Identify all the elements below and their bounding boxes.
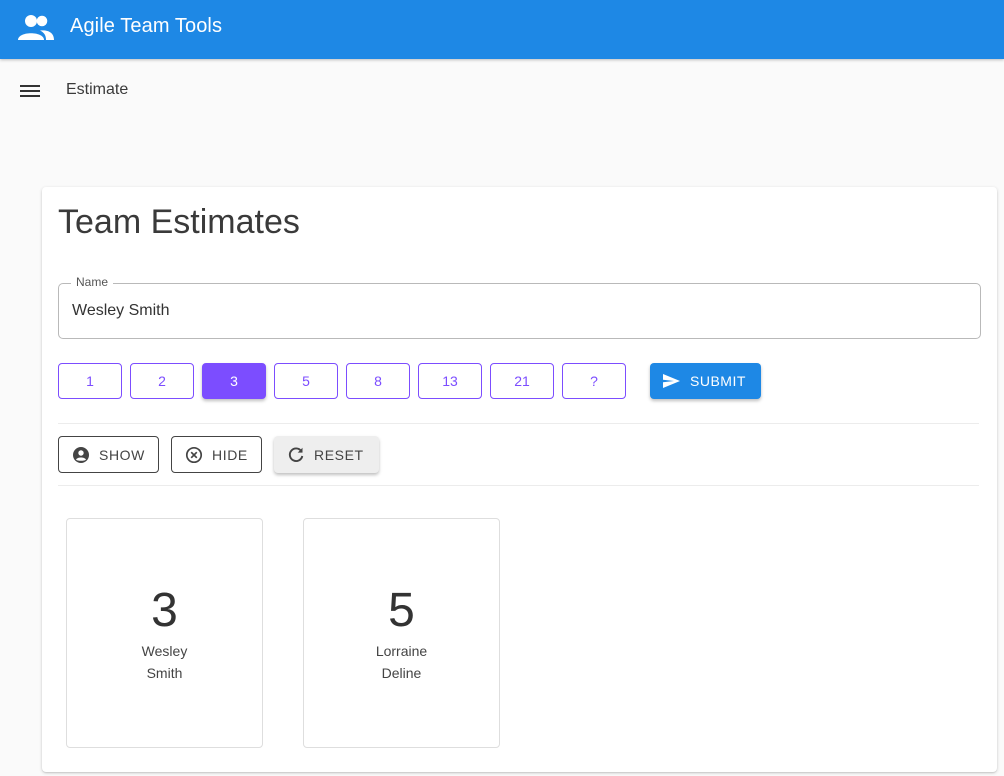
submit-label: SUBMIT: [690, 373, 746, 389]
app-title: Agile Team Tools: [70, 15, 223, 37]
page-label: Estimate: [66, 81, 129, 98]
name-field-label: Name: [71, 275, 114, 289]
name-field: Name: [58, 275, 981, 339]
show-button[interactable]: SHOW: [58, 436, 159, 473]
participant-name: Wesley Smith: [67, 640, 262, 684]
estimates-card: Team Estimates Name 1 2 3 5 8 13 21 ? SU…: [42, 187, 997, 772]
submit-button[interactable]: SUBMIT: [650, 363, 761, 399]
estimate-button-13[interactable]: 13: [418, 363, 482, 399]
estimate-value: 3: [151, 584, 178, 637]
participant-first-name: Wesley: [141, 643, 188, 659]
name-input[interactable]: [72, 298, 952, 324]
participant-last-name: Deline: [381, 665, 422, 681]
estimate-result-card: 3 Wesley Smith: [66, 518, 263, 748]
account-circle-icon: [73, 446, 89, 463]
page-title: Team Estimates: [58, 203, 300, 241]
hide-button[interactable]: HIDE: [171, 436, 262, 473]
estimate-result-card: 5 Lorraine Deline: [303, 518, 500, 748]
menu-icon: [20, 85, 40, 97]
divider: [58, 485, 979, 486]
participant-last-name: Smith: [146, 665, 183, 681]
refresh-icon: [288, 446, 304, 462]
estimate-button-3[interactable]: 3: [202, 363, 266, 399]
estimate-button-5[interactable]: 5: [274, 363, 338, 399]
menu-button[interactable]: [14, 75, 46, 107]
estimate-button-unknown[interactable]: ?: [562, 363, 626, 399]
participant-name: Lorraine Deline: [304, 640, 499, 684]
send-icon: [663, 374, 680, 388]
reset-label: RESET: [314, 446, 364, 463]
cancel-circle-icon: [185, 446, 203, 463]
show-label: SHOW: [99, 446, 145, 463]
hide-label: HIDE: [212, 446, 248, 463]
estimate-button-2[interactable]: 2: [130, 363, 194, 399]
participant-first-name: Lorraine: [375, 643, 428, 659]
group-icon: [18, 15, 54, 40]
page-toolbar: Estimate: [0, 59, 1004, 123]
estimate-button-21[interactable]: 21: [490, 363, 554, 399]
divider: [58, 423, 979, 424]
app-bar: Agile Team Tools: [0, 0, 1004, 59]
reset-button[interactable]: RESET: [274, 436, 379, 473]
estimate-value: 5: [388, 584, 415, 637]
estimate-button-8[interactable]: 8: [346, 363, 410, 399]
estimate-button-1[interactable]: 1: [58, 363, 122, 399]
